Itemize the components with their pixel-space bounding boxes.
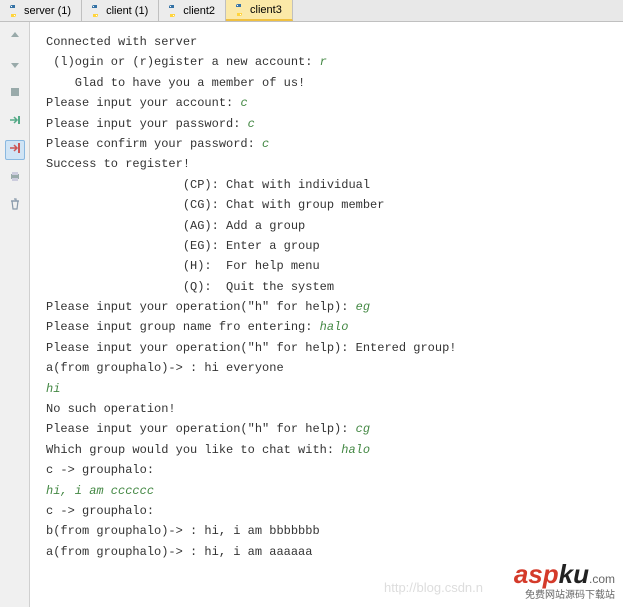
run-to-button[interactable] bbox=[5, 112, 25, 132]
stop-icon bbox=[8, 85, 22, 103]
python-icon bbox=[232, 3, 246, 17]
console-line: c -> grouphalo: bbox=[46, 460, 615, 480]
console-text: (CP): Chat with individual bbox=[46, 178, 370, 192]
down-icon bbox=[8, 57, 22, 75]
user-input: halo bbox=[320, 320, 349, 334]
up-button[interactable] bbox=[5, 28, 25, 48]
trash-button[interactable] bbox=[5, 196, 25, 216]
console-text: Please input your account: bbox=[46, 96, 240, 110]
tab-label: server (1) bbox=[24, 5, 71, 17]
console-text: Success to register! bbox=[46, 157, 190, 171]
console-text: Please confirm your password: bbox=[46, 137, 262, 151]
user-input: c bbox=[240, 96, 247, 110]
console-text: a(from grouphalo)-> : hi, i am aaaaaa bbox=[46, 545, 312, 559]
console-line: (H): For help menu bbox=[46, 256, 615, 276]
console-line: (AG): Add a group bbox=[46, 216, 615, 236]
console-line: Please input your operation("h" for help… bbox=[46, 297, 615, 317]
console-text: Please input your operation("h" for help… bbox=[46, 422, 356, 436]
user-input: hi bbox=[46, 382, 60, 396]
user-input: eg bbox=[356, 300, 370, 314]
user-input: c bbox=[248, 117, 255, 131]
down-button[interactable] bbox=[5, 56, 25, 76]
tab-client3[interactable]: client3 bbox=[226, 0, 293, 21]
console-line: (CP): Chat with individual bbox=[46, 175, 615, 195]
console-line: (CG): Chat with group member bbox=[46, 195, 615, 215]
python-icon bbox=[165, 4, 179, 18]
console-line: Please input your operation("h" for help… bbox=[46, 419, 615, 439]
console-line: Please input your operation("h" for help… bbox=[46, 338, 615, 358]
trash-icon bbox=[8, 197, 22, 215]
exit-icon bbox=[8, 141, 22, 159]
console-line: b(from grouphalo)-> : hi, i am bbbbbbb bbox=[46, 521, 615, 541]
console-text: Please input your password: bbox=[46, 117, 248, 131]
up-icon bbox=[8, 29, 22, 47]
print-icon bbox=[8, 169, 22, 187]
tab-label: client3 bbox=[250, 4, 282, 16]
console-text: Which group would you like to chat with: bbox=[46, 443, 341, 457]
console-text: Please input your operation("h" for help… bbox=[46, 341, 456, 355]
sidebar bbox=[0, 22, 30, 607]
tab-server-1-[interactable]: server (1) bbox=[0, 0, 82, 21]
console-text: (Q): Quit the system bbox=[46, 280, 334, 294]
python-icon bbox=[88, 4, 102, 18]
console-line: hi bbox=[46, 379, 615, 399]
user-input: cg bbox=[356, 422, 370, 436]
console-line: No such operation! bbox=[46, 399, 615, 419]
user-input: hi, i am cccccc bbox=[46, 484, 154, 498]
tab-client-1-[interactable]: client (1) bbox=[82, 0, 159, 21]
console-line: (l)ogin or (r)egister a new account: r bbox=[46, 52, 615, 72]
console-text: b(from grouphalo)-> : hi, i am bbbbbbb bbox=[46, 524, 320, 538]
console-output[interactable]: Connected with server (l)ogin or (r)egis… bbox=[30, 22, 623, 607]
user-input: c bbox=[262, 137, 269, 151]
console-line: a(from grouphalo)-> : hi everyone bbox=[46, 358, 615, 378]
console-text: (AG): Add a group bbox=[46, 219, 305, 233]
stop-button[interactable] bbox=[5, 84, 25, 104]
console-text: a(from grouphalo)-> : hi everyone bbox=[46, 361, 284, 375]
console-line: Please confirm your password: c bbox=[46, 134, 615, 154]
console-text: (l)ogin or (r)egister a new account: bbox=[46, 55, 320, 69]
console-line: Which group would you like to chat with:… bbox=[46, 440, 615, 460]
console-line: Connected with server bbox=[46, 32, 615, 52]
tab-client2[interactable]: client2 bbox=[159, 0, 226, 21]
console-line: (Q): Quit the system bbox=[46, 277, 615, 297]
console-line: Please input your password: c bbox=[46, 114, 615, 134]
console-text: (EG): Enter a group bbox=[46, 239, 320, 253]
console-line: hi, i am cccccc bbox=[46, 481, 615, 501]
console-text: Connected with server bbox=[46, 35, 197, 49]
console-text: (H): For help menu bbox=[46, 259, 320, 273]
console-line: c -> grouphalo: bbox=[46, 501, 615, 521]
console-text: (CG): Chat with group member bbox=[46, 198, 384, 212]
console-line: a(from grouphalo)-> : hi, i am aaaaaa bbox=[46, 542, 615, 562]
console-text: Please input your operation("h" for help… bbox=[46, 300, 356, 314]
exit-button[interactable] bbox=[5, 140, 25, 160]
console-line: Success to register! bbox=[46, 154, 615, 174]
print-button[interactable] bbox=[5, 168, 25, 188]
tab-bar: server (1) client (1) client2 client3 bbox=[0, 0, 623, 22]
tab-label: client (1) bbox=[106, 5, 148, 17]
run-to-icon bbox=[8, 113, 22, 131]
console-text: c -> grouphalo: bbox=[46, 504, 154, 518]
console-line: (EG): Enter a group bbox=[46, 236, 615, 256]
console-text: Glad to have you a member of us! bbox=[46, 76, 305, 90]
console-text: Please input group name fro entering: bbox=[46, 320, 320, 334]
console-line: Please input your account: c bbox=[46, 93, 615, 113]
user-input: halo bbox=[341, 443, 370, 457]
tab-label: client2 bbox=[183, 5, 215, 17]
user-input: r bbox=[320, 55, 327, 69]
python-icon bbox=[6, 4, 20, 18]
console-text: c -> grouphalo: bbox=[46, 463, 154, 477]
console-line: Please input group name fro entering: ha… bbox=[46, 317, 615, 337]
console-text: No such operation! bbox=[46, 402, 176, 416]
console-line: Glad to have you a member of us! bbox=[46, 73, 615, 93]
